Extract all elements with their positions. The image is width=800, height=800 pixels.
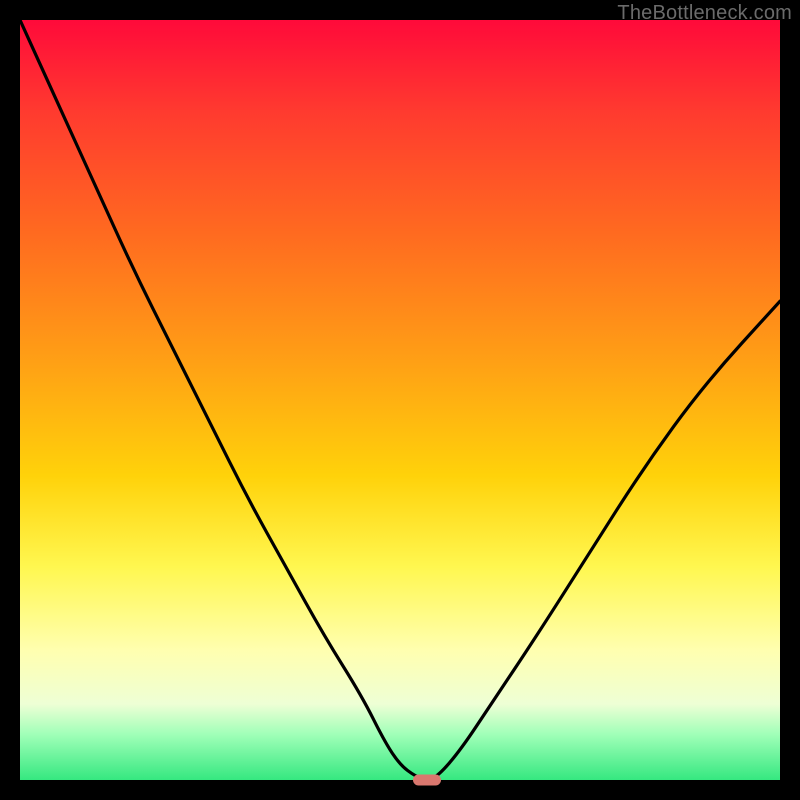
gradient-background xyxy=(20,20,780,780)
chart-frame: TheBottleneck.com xyxy=(0,0,800,800)
watermark-text: TheBottleneck.com xyxy=(617,2,792,25)
